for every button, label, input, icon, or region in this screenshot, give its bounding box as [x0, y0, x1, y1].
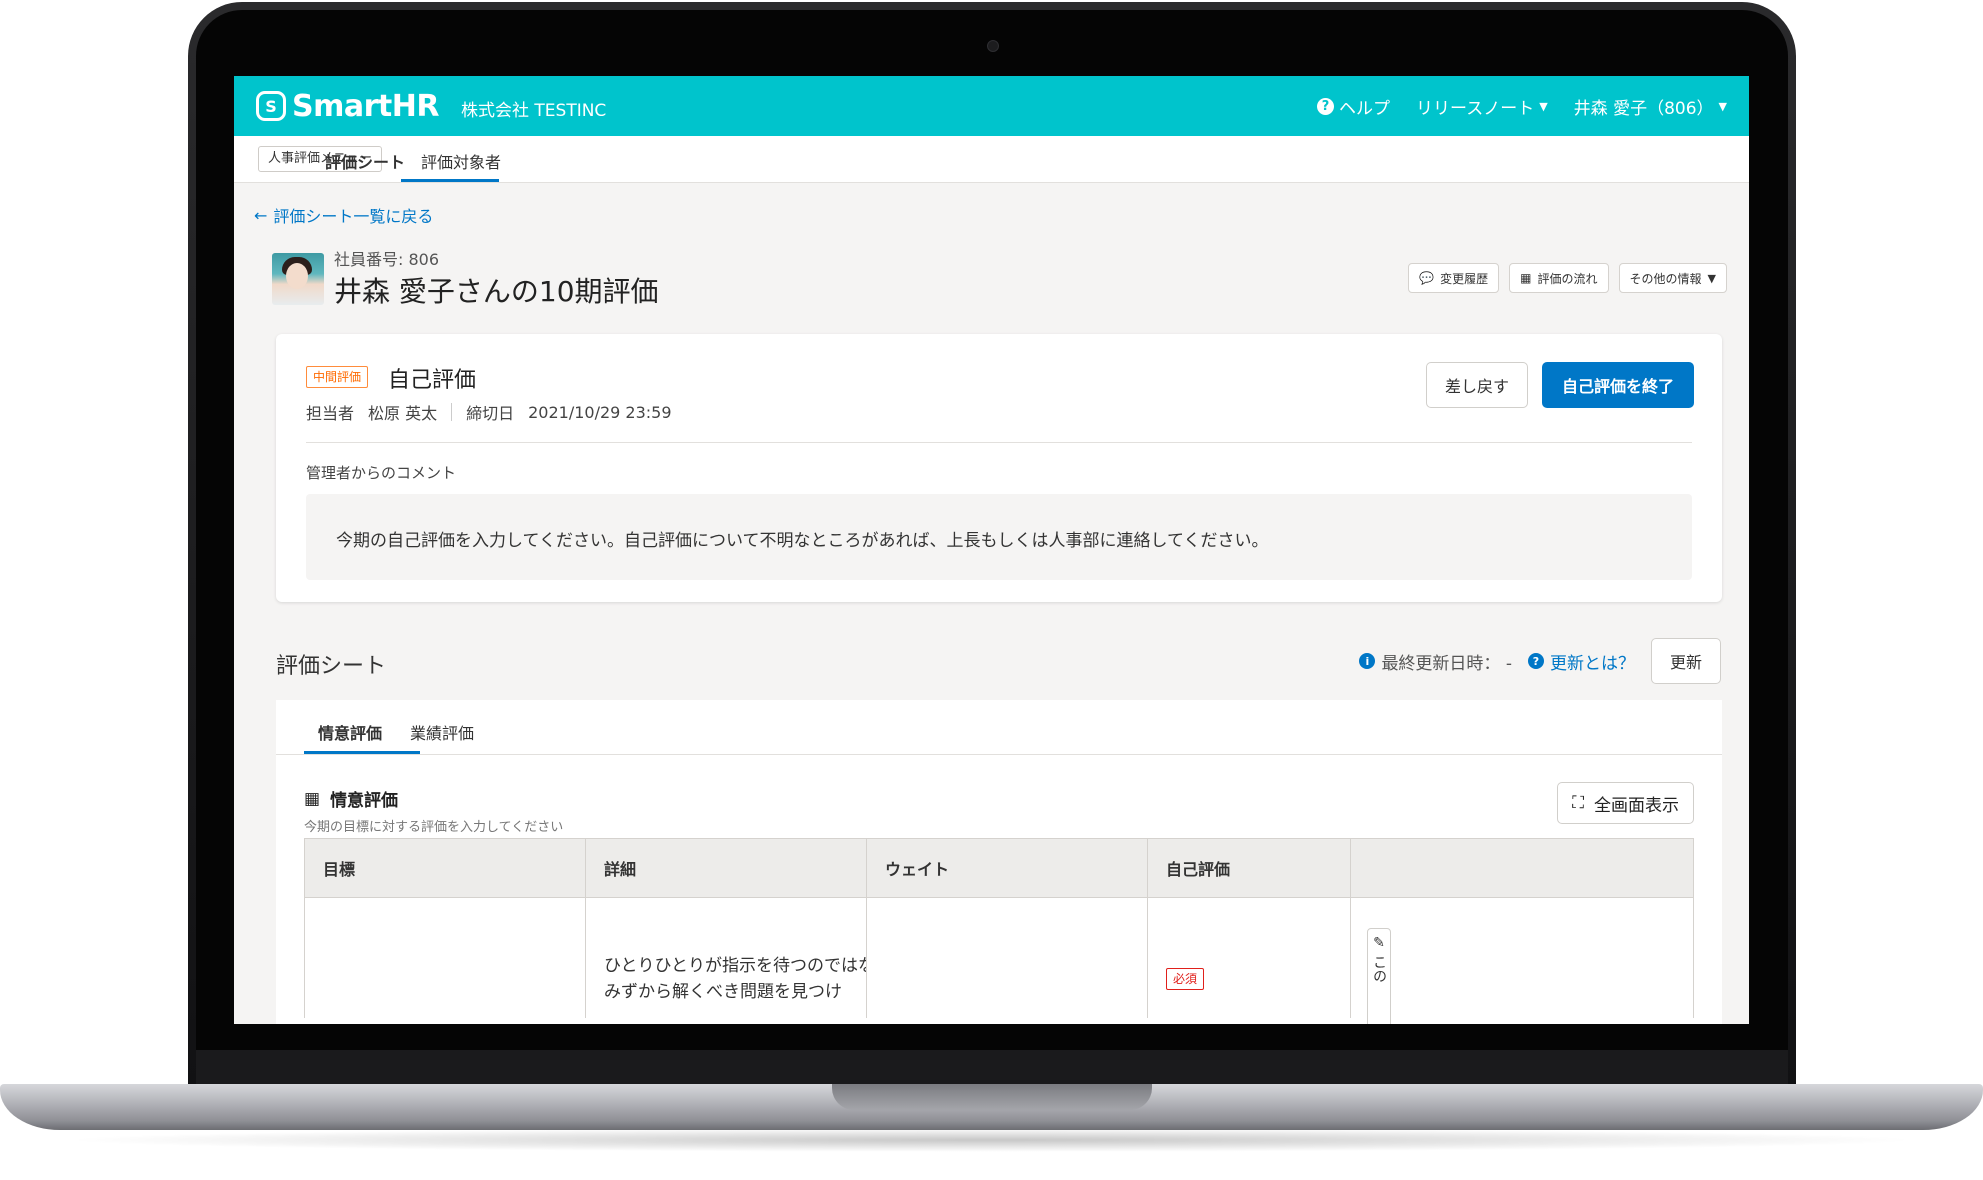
user-menu-dropdown[interactable]: 井森 愛子（806） ▼	[1574, 94, 1727, 119]
edit-button[interactable]: ✎ この	[1367, 928, 1391, 1024]
card-divider	[306, 442, 1692, 443]
tab-attitude-evaluation[interactable]: 情意評価	[318, 720, 382, 744]
arrow-left-icon: ←	[254, 205, 268, 225]
page-actions: 💬 変更履歴 ▦ 評価の流れ その他の情報 ▼	[1408, 263, 1727, 293]
smarthr-logo[interactable]: S SmartHR	[256, 88, 439, 124]
admin-comment-text: 今期の自己評価を入力してください。自己評価について不明なところがあれば、上長もし…	[336, 531, 1269, 551]
active-tab-indicator	[401, 179, 499, 182]
interim-evaluation-badge: 中間評価	[306, 366, 369, 388]
other-info-label: その他の情報	[1629, 271, 1702, 286]
sheet-title: 評価シート	[276, 654, 387, 679]
sub-navigation: 人事評価メニュー 評価シート 評価対象者	[234, 136, 1749, 183]
section-title: ▦ 情意評価	[304, 786, 399, 812]
caret-down-icon: ▼	[1539, 100, 1548, 113]
return-button[interactable]: 差し戻す	[1425, 362, 1528, 408]
flow-button[interactable]: ▦ 評価の流れ	[1509, 263, 1609, 293]
sheet-update-bar: i 最終更新日時： - ? 更新とは？ 更新	[1359, 638, 1721, 684]
meta-divider	[451, 403, 453, 421]
release-notes-label: リリースノート	[1416, 99, 1535, 119]
caret-down-icon: ▼	[1707, 271, 1716, 285]
required-badge: 必須	[1166, 968, 1205, 990]
tab-evaluation-sheet[interactable]: 評価シート	[325, 149, 405, 173]
section-description: 今期の目標に対する評価を入力してください	[304, 820, 564, 835]
self-evaluation-card: 中間評価 自己評価 担当者 松原 英太 締切日 2021/10/29 23:59…	[276, 334, 1722, 602]
cell-weight	[867, 898, 1148, 1018]
help-circle-icon: ?	[1317, 98, 1335, 115]
tab-performance-evaluation[interactable]: 業績評価	[410, 720, 474, 744]
laptop-notch	[832, 1084, 1152, 1110]
history-label: 変更履歴	[1440, 271, 1489, 286]
company-name: 株式会社 TESTINC	[461, 101, 607, 121]
assignee-name: 松原 英太	[368, 404, 438, 423]
table-header: 目標 詳細 ウェイト 自己評価	[305, 839, 1693, 898]
user-name: 井森 愛子（806）	[1573, 99, 1714, 119]
camera-icon	[987, 40, 999, 52]
assignee-label: 担当者	[306, 404, 355, 423]
pencil-icon: ✎	[1373, 935, 1385, 951]
tab-evaluation-targets[interactable]: 評価対象者	[421, 149, 501, 173]
laptop-chin	[196, 1050, 1788, 1086]
last-updated-text: 最終更新日時： -	[1381, 653, 1512, 674]
header-right-menu: ? ヘルプ リリースノート ▼ 井森 愛子（806） ▼	[1317, 94, 1727, 119]
logo-mark-icon: S	[256, 91, 286, 121]
what-is-update-link[interactable]: ? 更新とは？	[1527, 649, 1635, 674]
detail-text: ひとりひとりが指示を待つのではなく、みずから解くべき問題を見つけ	[604, 956, 867, 1002]
sheet-tabs: 情意評価 業績評価	[276, 700, 1722, 755]
other-info-dropdown[interactable]: その他の情報 ▼	[1618, 263, 1727, 293]
info-icon: i	[1359, 653, 1376, 669]
fullscreen-label: 全画面表示	[1594, 795, 1679, 816]
what-is-update-label: 更新とは？	[1549, 653, 1635, 674]
column-header-detail: 詳細	[586, 839, 867, 897]
help-link[interactable]: ? ヘルプ	[1317, 94, 1390, 119]
deadline-value: 2021/10/29 23:59	[528, 402, 672, 422]
fullscreen-button[interactable]: ⛶ 全画面表示	[1557, 782, 1694, 824]
update-button[interactable]: 更新	[1650, 638, 1721, 684]
card-meta: 担当者 松原 英太 締切日 2021/10/29 23:59	[306, 400, 672, 424]
column-header-actions	[1351, 839, 1403, 897]
evaluation-table: 目標 詳細 ウェイト 自己評価 ひとりひとりが指示を待つのではなく、みずから解く…	[304, 838, 1694, 1024]
admin-comment-box: 今期の自己評価を入力してください。自己評価について不明なところがあれば、上長もし…	[306, 494, 1692, 580]
help-label: ヘルプ	[1339, 99, 1391, 119]
cell-detail: ひとりひとりが指示を待つのではなく、みずから解くべき問題を見つけ	[586, 898, 867, 1018]
comment-label: 管理者からのコメント	[306, 464, 457, 482]
cell-goal	[305, 898, 586, 1018]
finish-self-evaluation-button[interactable]: 自己評価を終了	[1541, 362, 1694, 408]
table-row: ひとりひとりが指示を待つのではなく、みずから解くべき問題を見つけ 必須 ✎ この	[305, 898, 1693, 1024]
card-title: 自己評価	[388, 368, 477, 393]
laptop-shadow	[60, 1128, 1923, 1152]
last-updated: i 最終更新日時： -	[1359, 649, 1512, 674]
edit-label: この	[1371, 955, 1387, 983]
flow-label: 評価の流れ	[1537, 271, 1598, 286]
active-tab-indicator	[304, 751, 420, 754]
logo-text: SmartHR	[292, 88, 439, 124]
caret-down-icon: ▼	[1718, 100, 1727, 113]
table-icon: ▦	[304, 788, 321, 809]
column-header-weight: ウェイト	[867, 839, 1148, 897]
question-icon: ?	[1527, 653, 1544, 669]
back-link[interactable]: ← 評価シート一覧に戻る	[254, 203, 433, 227]
avatar-face	[286, 263, 308, 289]
top-header: S SmartHR 株式会社 TESTINC ? ヘルプ リリースノート ▼ 井…	[234, 76, 1749, 136]
calendar-icon: ▦	[1520, 271, 1532, 285]
page-title: 井森 愛子さんの10期評価	[334, 275, 659, 308]
chat-icon: 💬	[1419, 271, 1435, 285]
history-button[interactable]: 💬 変更履歴	[1408, 263, 1500, 293]
column-header-goal: 目標	[305, 839, 586, 897]
cell-actions: ✎ この	[1351, 898, 1403, 1024]
employee-number: 社員番号: 806	[334, 250, 440, 269]
release-notes-dropdown[interactable]: リリースノート ▼	[1416, 94, 1548, 119]
column-header-self-evaluation: 自己評価	[1148, 839, 1351, 897]
app-screen: S SmartHR 株式会社 TESTINC ? ヘルプ リリースノート ▼ 井…	[234, 76, 1749, 1024]
cell-self-evaluation: 必須	[1148, 898, 1351, 1018]
evaluation-sheet-panel: 情意評価 業績評価 ▦ 情意評価 今期の目標に対する評価を入力してください ⛶ …	[276, 700, 1722, 1024]
deadline-label: 締切日	[466, 404, 515, 423]
section-title-label: 情意評価	[330, 791, 399, 811]
back-link-label: 評価シート一覧に戻る	[273, 207, 434, 226]
avatar	[272, 253, 324, 305]
expand-icon: ⛶	[1572, 793, 1584, 813]
